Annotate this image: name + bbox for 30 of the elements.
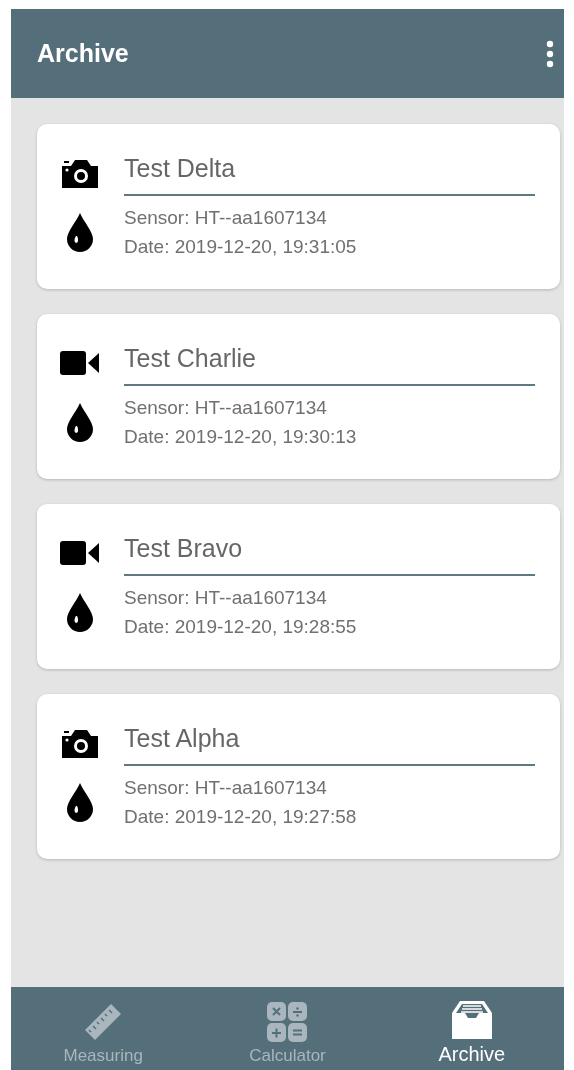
camera-icon [60, 157, 100, 189]
record-card[interactable]: Test Alpha Sensor: HT--aa1607134 Date: 2019-12-20, 19:27:58 [37, 694, 560, 859]
record-name[interactable]: Test Delta [124, 150, 535, 196]
record-card[interactable]: Test Charlie Sensor: HT--aa1607134 Date: 2019-12-20, 19:30:13 [37, 314, 560, 479]
date-label: Date: 2019-12-20, 19:27:58 [124, 805, 358, 829]
nav-tab[interactable]: Archive [379, 987, 564, 1070]
video-camera-icon [60, 540, 100, 566]
water-drop-icon [66, 212, 94, 252]
date-label: Date: 2019-12-20, 19:28:55 [124, 615, 358, 639]
record-name[interactable]: Test Alpha [124, 720, 535, 766]
ruler-icon [83, 1002, 124, 1042]
record-card[interactable]: Test Bravo Sensor: HT--aa1607134 Date: 2019-12-20, 19:28:55 [37, 504, 560, 669]
camera-icon [60, 727, 100, 759]
sensor-label: Sensor: HT--aa1607134 [124, 396, 328, 420]
water-drop-icon [66, 402, 94, 442]
sensor-label: Sensor: HT--aa1607134 [124, 586, 328, 610]
video-camera-icon [60, 350, 100, 376]
water-drop-icon [66, 592, 94, 632]
date-label: Date: 2019-12-20, 19:31:05 [124, 235, 358, 259]
inbox-tray-icon [451, 1001, 492, 1039]
calculator-icon [267, 1002, 308, 1042]
water-drop-icon [66, 782, 94, 822]
more-icon[interactable] [546, 39, 554, 68]
record-card[interactable]: Test Delta Sensor: HT--aa1607134 Date: 2019-12-20, 19:31:05 [37, 124, 560, 289]
record-name[interactable]: Test Bravo [124, 530, 535, 576]
sensor-label: Sensor: HT--aa1607134 [124, 776, 328, 800]
date-label: Date: 2019-12-20, 19:30:13 [124, 425, 358, 449]
screen-title: Archive [37, 39, 129, 68]
record-name[interactable]: Test Charlie [124, 340, 535, 386]
sensor-label: Sensor: HT--aa1607134 [124, 206, 328, 230]
